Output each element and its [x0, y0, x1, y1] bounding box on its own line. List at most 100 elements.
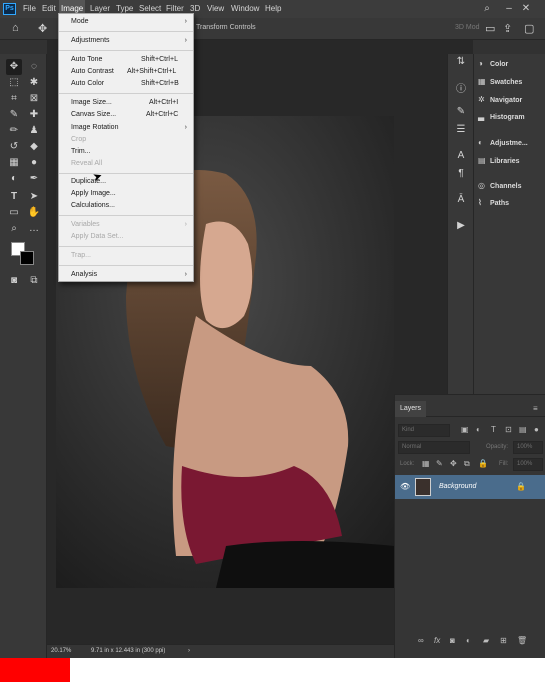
blur-icon[interactable]: ● [26, 155, 42, 171]
history-brush-icon[interactable]: ↺ [6, 139, 22, 155]
panel-color[interactable]: ◑ Color [478, 59, 508, 68]
move-icon[interactable]: ✥ [6, 59, 22, 75]
actions-icon[interactable]: ▶ [453, 220, 469, 234]
screen-mode-icon[interactable]: ⧉ [26, 273, 42, 289]
marquee-icon[interactable]: ⬚ [6, 75, 22, 91]
magic-wand-icon[interactable]: ✱ [26, 75, 42, 91]
menu-select[interactable]: Select [139, 4, 161, 13]
search-icon[interactable]: ⌕ [480, 2, 494, 16]
workspace-icon[interactable]: ▢ [524, 22, 534, 35]
info-icon[interactable]: ⓘ [453, 80, 469, 95]
lock-all-icon[interactable]: 🔒 [478, 459, 488, 468]
panel-swatches[interactable]: ▦ Swatches [478, 77, 522, 86]
menu-item-canvas-size[interactable]: Canvas Size... [71, 111, 116, 118]
blend-mode-select[interactable]: Normal [398, 441, 470, 454]
new-layer-icon[interactable]: ⊞ [500, 636, 507, 645]
more-tools-icon[interactable]: … [26, 221, 42, 237]
shape-icon[interactable]: ▭ [6, 205, 22, 221]
menu-item-auto-contrast[interactable]: Auto Contrast [71, 68, 114, 75]
close-icon[interactable]: ✕ [519, 2, 533, 16]
filter-adjustment-icon[interactable]: ◐ [476, 425, 481, 434]
filter-shape-icon[interactable]: ⊡ [505, 425, 512, 434]
lasso-icon[interactable]: ◌ [26, 59, 42, 75]
fx-icon[interactable]: fx [434, 636, 440, 645]
lock-artboard-icon[interactable]: ⧉ [464, 459, 470, 469]
share-icon[interactable]: ⇪ [503, 22, 512, 35]
minimize-icon[interactable]: – [502, 2, 516, 16]
panel-libraries[interactable]: ▤ Libraries [478, 156, 520, 165]
path-select-icon[interactable]: ➤ [26, 189, 42, 205]
stamp-icon[interactable]: ♟ [26, 123, 42, 139]
zoom-level[interactable]: 20.17% [51, 648, 71, 654]
lock-position-icon[interactable]: ✥ [450, 459, 457, 468]
menu-item-trim[interactable]: Trim... [71, 148, 91, 155]
visibility-eye-icon[interactable]: 👁 [400, 482, 410, 491]
menu-item-auto-tone[interactable]: Auto Tone [71, 56, 102, 63]
dodge-icon[interactable]: ◐ [6, 171, 22, 187]
hand-icon[interactable]: ✋ [26, 205, 42, 221]
move-tool-icon[interactable]: ✥ [38, 22, 47, 35]
gradient-icon[interactable]: ▦ [6, 155, 22, 171]
type-icon[interactable]: T [6, 189, 22, 205]
history-icon[interactable]: ⇅ [453, 56, 469, 70]
quick-mask-icon[interactable]: ◙ [6, 273, 22, 289]
filter-toggle-icon[interactable]: ● [534, 425, 539, 434]
menu-item-image-rotation[interactable]: Image Rotation [71, 124, 118, 131]
menu-item-adjustments[interactable]: Adjustments [71, 37, 110, 44]
panel-channels[interactable]: ◎ Channels [478, 181, 522, 190]
fill-field[interactable]: 100% [513, 458, 543, 471]
filter-smart-icon[interactable]: ▤ [519, 425, 527, 434]
panel-adjustments[interactable]: ◐ Adjustme... [478, 138, 528, 147]
eraser-icon[interactable]: ◆ [26, 139, 42, 155]
menu-item-auto-color[interactable]: Auto Color [71, 80, 104, 87]
menu-3d[interactable]: 3D [190, 4, 200, 13]
kind-filter[interactable]: Kind [398, 424, 450, 437]
frame-icon[interactable]: ⊠ [26, 91, 42, 107]
menu-item-image-size[interactable]: Image Size... [71, 99, 112, 106]
lock-transparent-icon[interactable]: ▦ [422, 459, 430, 468]
menu-view[interactable]: View [207, 4, 224, 13]
filter-pixel-icon[interactable]: ▣ [461, 425, 469, 434]
adjustment-layer-icon[interactable]: ◐ [466, 636, 471, 645]
brush-settings-icon[interactable]: ✎ [453, 106, 469, 120]
healing-icon[interactable]: ✚ [26, 107, 42, 123]
menu-item-calculations[interactable]: Calculations... [71, 202, 115, 209]
filter-type-icon[interactable]: T [491, 425, 496, 434]
panel-navigator[interactable]: ✲ Navigator [478, 95, 522, 104]
layer-row-background[interactable]: 👁 Background 🔒 [395, 475, 545, 499]
crop-icon[interactable]: ⌗ [6, 91, 22, 107]
status-arrow-icon[interactable]: › [188, 648, 190, 654]
panel-histogram[interactable]: ▃ Histogram [478, 112, 525, 121]
panel-menu-icon[interactable]: ≡ [533, 404, 538, 413]
menu-item-analysis[interactable]: Analysis [71, 271, 97, 278]
add-mask-icon[interactable]: ◙ [450, 636, 455, 645]
menu-layer[interactable]: Layer [90, 4, 110, 13]
menu-item-mode[interactable]: Mode [71, 18, 89, 25]
menu-type[interactable]: Type [116, 4, 133, 13]
menu-edit[interactable]: Edit [42, 4, 56, 13]
properties-icon[interactable]: ☰ [453, 124, 469, 138]
eyedropper-icon[interactable]: ✎ [6, 107, 22, 123]
glyphs-icon[interactable]: Ā [453, 194, 469, 208]
menu-help[interactable]: Help [265, 4, 281, 13]
opacity-field[interactable]: 100% [513, 441, 543, 454]
transform-controls-label[interactable]: Transform Controls [196, 24, 256, 31]
menu-filter[interactable]: Filter [166, 4, 184, 13]
trash-icon[interactable]: 🗑 [517, 636, 527, 645]
layer-name[interactable]: Background [439, 483, 476, 490]
video-icon[interactable]: ▭ [485, 22, 495, 35]
lock-image-icon[interactable]: ✎ [436, 459, 443, 468]
tab-layers[interactable]: Layers [395, 401, 427, 417]
menu-item-apply-image[interactable]: Apply Image... [71, 190, 116, 197]
character-icon[interactable]: A [453, 150, 469, 164]
background-color-swatch[interactable] [20, 251, 34, 265]
menu-window[interactable]: Window [231, 4, 259, 13]
group-icon[interactable]: ▰ [483, 636, 489, 645]
menu-file[interactable]: File [23, 4, 36, 13]
paragraph-icon[interactable]: ¶ [453, 168, 469, 182]
home-icon[interactable]: ⌂ [12, 22, 19, 34]
panel-paths[interactable]: ⌇ Paths [478, 198, 509, 207]
link-layers-icon[interactable]: ∞ [418, 636, 424, 645]
zoom-icon[interactable]: ⌕ [6, 221, 22, 237]
pen-icon[interactable]: ✒ [26, 171, 42, 187]
